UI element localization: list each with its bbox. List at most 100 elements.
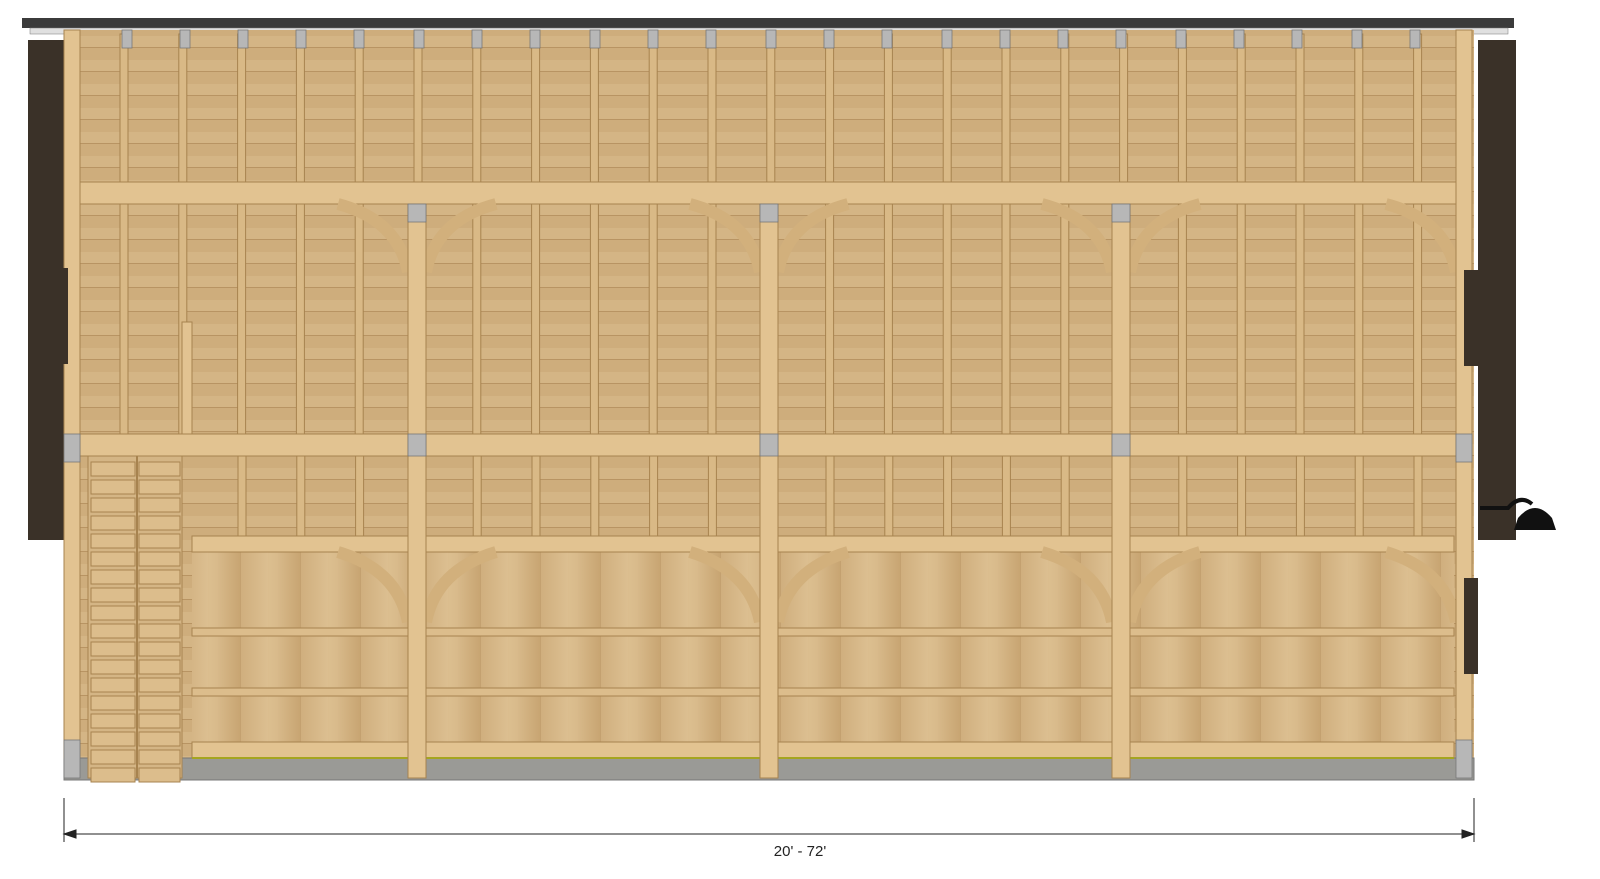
stud bbox=[707, 33, 717, 435]
stair-step bbox=[90, 641, 136, 657]
stair-step bbox=[138, 569, 181, 585]
barn-elevation-drawing bbox=[22, 18, 1556, 842]
stair-step bbox=[138, 731, 181, 747]
stud-cap bbox=[765, 29, 777, 49]
stair-step bbox=[90, 695, 136, 711]
stair-step bbox=[138, 623, 181, 639]
stud-cap bbox=[1409, 29, 1421, 49]
right-siding bbox=[1478, 40, 1516, 540]
loft-stud bbox=[1354, 455, 1364, 537]
stud-cap bbox=[881, 29, 893, 49]
base-plate bbox=[63, 739, 81, 779]
stud bbox=[119, 33, 129, 435]
girt-beam-middle bbox=[191, 627, 1455, 637]
dimension-label: 20' - 72' bbox=[0, 843, 1600, 860]
stud bbox=[1236, 33, 1246, 435]
loft-stud bbox=[355, 455, 365, 537]
stair-step bbox=[90, 569, 136, 585]
steel-plate bbox=[1111, 433, 1131, 457]
stud bbox=[1413, 33, 1423, 435]
stud-cap bbox=[237, 29, 249, 49]
steel-plate bbox=[759, 433, 779, 457]
stud bbox=[1177, 33, 1187, 435]
dimension-text: 20' - 72' bbox=[769, 843, 831, 860]
stair-step bbox=[138, 767, 181, 783]
corner-plate bbox=[1455, 433, 1473, 463]
stud bbox=[237, 33, 247, 435]
stud-cap bbox=[179, 29, 191, 49]
stair-step bbox=[138, 713, 181, 729]
stair-ladder-icon bbox=[87, 455, 183, 783]
stair-step bbox=[138, 587, 181, 603]
stud-cap bbox=[1291, 29, 1303, 49]
stair-step bbox=[90, 605, 136, 621]
stair-step bbox=[90, 713, 136, 729]
loft-stud bbox=[943, 455, 953, 537]
loft-stud bbox=[1060, 455, 1070, 537]
loft-stud bbox=[296, 455, 306, 537]
base-plate bbox=[1455, 739, 1473, 779]
stair-step bbox=[90, 533, 136, 549]
steel-plate bbox=[1111, 203, 1131, 223]
stair-step bbox=[90, 551, 136, 567]
sill-beam bbox=[191, 741, 1455, 759]
stud bbox=[825, 33, 835, 435]
loft-stud bbox=[707, 455, 717, 537]
loft-stud bbox=[237, 455, 247, 537]
stair-step bbox=[138, 695, 181, 711]
stair-step bbox=[138, 641, 181, 657]
stud-cap bbox=[1351, 29, 1363, 49]
stair-step bbox=[90, 677, 136, 693]
stair-step bbox=[90, 461, 136, 477]
stud-cap bbox=[353, 29, 365, 49]
stud-cap bbox=[1233, 29, 1245, 49]
stud-cap bbox=[1175, 29, 1187, 49]
steel-plate bbox=[407, 203, 427, 223]
stair-step bbox=[90, 749, 136, 765]
stair-step bbox=[138, 659, 181, 675]
stud-cap bbox=[999, 29, 1011, 49]
stud bbox=[883, 33, 893, 435]
dimension-line bbox=[62, 798, 1476, 842]
stair-step bbox=[90, 731, 136, 747]
loft-stud bbox=[649, 455, 659, 537]
loft-stud bbox=[472, 455, 482, 537]
stud bbox=[1295, 33, 1305, 435]
stud bbox=[648, 33, 658, 435]
short-post bbox=[181, 321, 193, 435]
stud-cap bbox=[647, 29, 659, 49]
stud bbox=[942, 33, 952, 435]
loft-stud bbox=[825, 455, 835, 537]
right-door-opening bbox=[1464, 270, 1478, 366]
right-lower-opening bbox=[1464, 578, 1478, 674]
loft-stud bbox=[884, 455, 894, 537]
stud-cap bbox=[413, 29, 425, 49]
timber-post bbox=[1111, 203, 1131, 779]
stair-step bbox=[138, 479, 181, 495]
stud bbox=[531, 33, 541, 435]
stair-step bbox=[90, 497, 136, 513]
stud-cap bbox=[1115, 29, 1127, 49]
stair-step bbox=[138, 605, 181, 621]
stair-step bbox=[138, 497, 181, 513]
stair-step bbox=[90, 479, 136, 495]
stud-cap bbox=[941, 29, 953, 49]
roof-edge bbox=[22, 18, 1514, 28]
steel-plate bbox=[407, 433, 427, 457]
stud bbox=[589, 33, 599, 435]
stair-step bbox=[138, 533, 181, 549]
loft-stud bbox=[590, 455, 600, 537]
stair-step bbox=[138, 551, 181, 567]
stud bbox=[1060, 33, 1070, 435]
stud-cap bbox=[471, 29, 483, 49]
loft-stud bbox=[1295, 455, 1305, 537]
stair-step bbox=[138, 515, 181, 531]
stud bbox=[1001, 33, 1011, 435]
loft-stud bbox=[1001, 455, 1011, 537]
stair-step bbox=[90, 623, 136, 639]
timber-post bbox=[759, 203, 779, 779]
corner-post-left bbox=[63, 29, 81, 759]
stair-step bbox=[90, 659, 136, 675]
stud-cap bbox=[295, 29, 307, 49]
loft-stud bbox=[531, 455, 541, 537]
